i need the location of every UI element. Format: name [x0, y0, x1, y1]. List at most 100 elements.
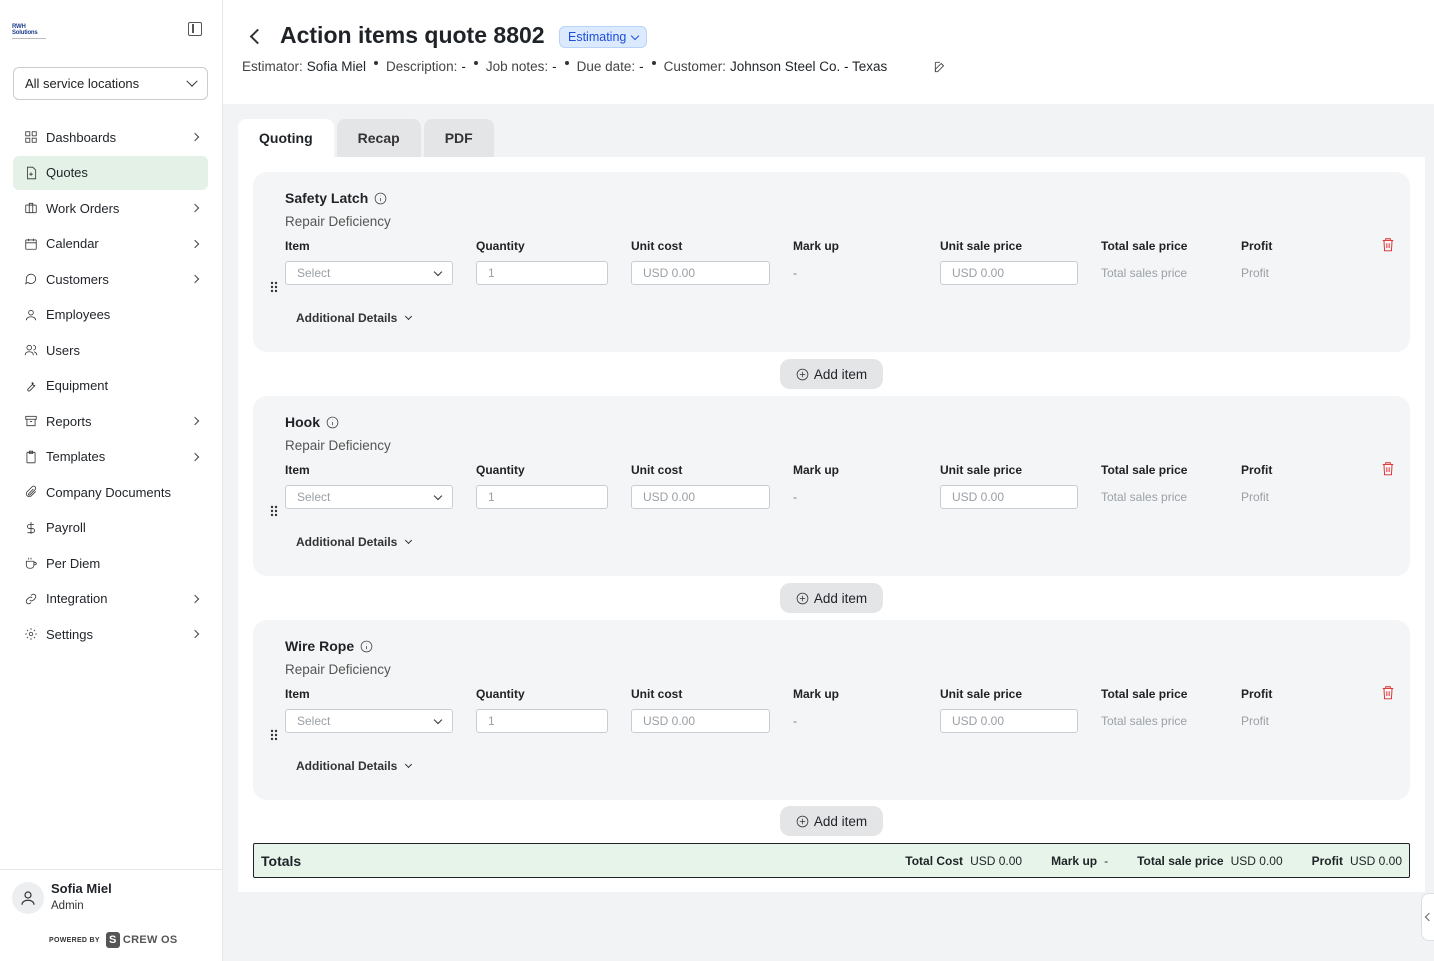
unit-sale-price-input[interactable]: USD 0.00	[940, 709, 1078, 733]
unit-sale-price-input[interactable]: USD 0.00	[940, 261, 1078, 285]
unit-sale-price-input[interactable]: USD 0.00	[940, 485, 1078, 509]
additional-details-label: Additional Details	[296, 759, 398, 773]
add-item-label: Add item	[813, 366, 868, 382]
expand-panel-icon[interactable]	[1421, 893, 1434, 941]
column-header-mark-up: Mark up	[793, 687, 840, 701]
profit-value: Profit	[1241, 266, 1270, 280]
profit-value: Profit	[1241, 490, 1270, 504]
total-cost-label: Total Cost	[905, 853, 964, 868]
sidebar-item-templates[interactable]: Templates	[13, 440, 208, 474]
sidebar-item-label: Calendar	[46, 236, 99, 251]
quantity-input[interactable]: 1	[476, 709, 608, 733]
totals-label: Totals	[261, 852, 302, 869]
sidebar-item-equipment[interactable]: Equipment	[13, 369, 208, 403]
mark-up-label: Mark up	[1051, 853, 1098, 868]
sidebar-item-label: Employees	[46, 307, 111, 322]
quoting-panel: Totals Total Cost USD 0.00 Mark up - Tot…	[238, 157, 1425, 892]
chevron-right-icon	[190, 594, 200, 603]
item-select[interactable]: Select	[285, 485, 453, 509]
tab-pdf[interactable]: PDF	[423, 119, 494, 157]
drag-handle-icon[interactable]	[270, 729, 278, 741]
column-header-mark-up: Mark up	[793, 239, 840, 253]
mark-up-value: -	[1104, 853, 1109, 868]
crew-os-mark-icon: S	[105, 932, 120, 948]
user-profile[interactable]: Sofia Miel Admin POWERED BY S CREW OS	[0, 869, 222, 961]
crew-os-text: CREW OS	[122, 934, 178, 946]
sidebar-item-quotes[interactable]: Quotes	[13, 155, 208, 190]
unit-cost-input[interactable]: USD 0.00	[631, 485, 770, 509]
separator-dot	[651, 60, 656, 65]
unit-cost-input[interactable]: USD 0.00	[631, 709, 770, 733]
sidebar-item-dashboards[interactable]: Dashboards	[13, 120, 208, 154]
tab-quoting[interactable]: Quoting	[238, 119, 334, 157]
back-icon[interactable]	[249, 28, 266, 45]
unit-sale-price-value: USD 0.00	[952, 490, 1005, 504]
info-icon[interactable]	[360, 640, 373, 653]
additional-details-toggle[interactable]: Additional Details	[296, 535, 413, 549]
info-icon[interactable]	[374, 192, 387, 205]
users-icon	[24, 343, 38, 357]
sidebar-item-integration[interactable]: Integration	[13, 582, 208, 616]
info-icon[interactable]	[326, 416, 339, 429]
due-date-value: -	[639, 59, 644, 74]
column-header-unit-sale-price: Unit sale price	[940, 463, 1023, 477]
dollar-icon	[24, 521, 38, 535]
sidebar-item-users[interactable]: Users	[13, 333, 208, 367]
estimator-label: Estimator:	[242, 59, 303, 74]
additional-details-label: Additional Details	[296, 535, 398, 549]
drag-handle-icon[interactable]	[270, 505, 278, 517]
add-item-button[interactable]: Add item	[780, 359, 883, 389]
item-select[interactable]: Select	[285, 261, 453, 285]
add-item-label: Add item	[813, 813, 868, 829]
sidebar-item-settings[interactable]: Settings	[13, 617, 208, 651]
chevron-down-icon	[405, 760, 413, 769]
plus-circle-icon	[796, 592, 809, 605]
customer-label: Customer:	[663, 59, 726, 74]
sidebar-item-work-orders[interactable]: Work Orders	[13, 191, 208, 225]
item-select-placeholder: Select	[297, 714, 331, 728]
quantity-value: 1	[488, 266, 495, 280]
column-header-unit-sale-price: Unit sale price	[940, 687, 1023, 701]
sidebar-item-payroll[interactable]: Payroll	[13, 511, 208, 545]
additional-details-toggle[interactable]: Additional Details	[296, 311, 413, 325]
tab-recap[interactable]: Recap	[336, 119, 421, 157]
section-subtitle: Repair Deficiency	[285, 438, 391, 453]
sidebar-item-company-documents[interactable]: Company Documents	[13, 475, 208, 509]
total-sale-price-value: Total sales price	[1101, 490, 1188, 504]
tab-bar: Quoting Recap PDF	[238, 119, 497, 157]
page-header: Action items quote 8802 Estimating Estim…	[223, 0, 1434, 104]
powered-by-text: POWERED BY	[49, 936, 100, 944]
user-name: Sofia Miel	[51, 881, 112, 896]
sidebar-item-employees[interactable]: Employees	[13, 298, 208, 332]
unit-cost-input[interactable]: USD 0.00	[631, 261, 770, 285]
drag-handle-icon[interactable]	[270, 281, 278, 293]
column-header-total-sale-price: Total sale price	[1101, 687, 1188, 701]
add-item-button[interactable]: Add item	[780, 806, 883, 836]
collapse-sidebar-icon[interactable]	[188, 22, 202, 36]
item-select[interactable]: Select	[285, 709, 453, 733]
status-badge[interactable]: Estimating	[559, 26, 648, 48]
quantity-input[interactable]: 1	[476, 261, 608, 285]
edit-icon[interactable]	[933, 60, 947, 74]
total-sale-price-label: Total sale price	[1137, 853, 1224, 868]
sidebar-item-label: Per Diem	[46, 555, 101, 571]
company-logo[interactable]: RWH Solutions	[12, 24, 46, 39]
sidebar-item-calendar[interactable]: Calendar	[13, 227, 208, 261]
trash-icon[interactable]	[1381, 461, 1395, 476]
sidebar-item-per-diem[interactable]: Per Diem	[13, 546, 208, 580]
add-item-button[interactable]: Add item	[780, 583, 883, 613]
wrench-icon	[24, 379, 38, 393]
section-title-text: Safety Latch	[285, 190, 369, 206]
section-subtitle: Repair Deficiency	[285, 662, 391, 677]
additional-details-toggle[interactable]: Additional Details	[296, 759, 413, 773]
quantity-input[interactable]: 1	[476, 485, 608, 509]
trash-icon[interactable]	[1381, 685, 1395, 700]
service-location-select[interactable]: All service locations	[13, 67, 208, 100]
service-location-value: All service locations	[25, 76, 140, 91]
sidebar-item-customers[interactable]: Customers	[13, 262, 208, 296]
mark-up-value: -	[793, 266, 797, 280]
trash-icon[interactable]	[1381, 237, 1395, 252]
section-title: Hook	[285, 414, 339, 430]
section-title-text: Hook	[285, 414, 320, 430]
sidebar-item-reports[interactable]: Reports	[13, 404, 208, 438]
